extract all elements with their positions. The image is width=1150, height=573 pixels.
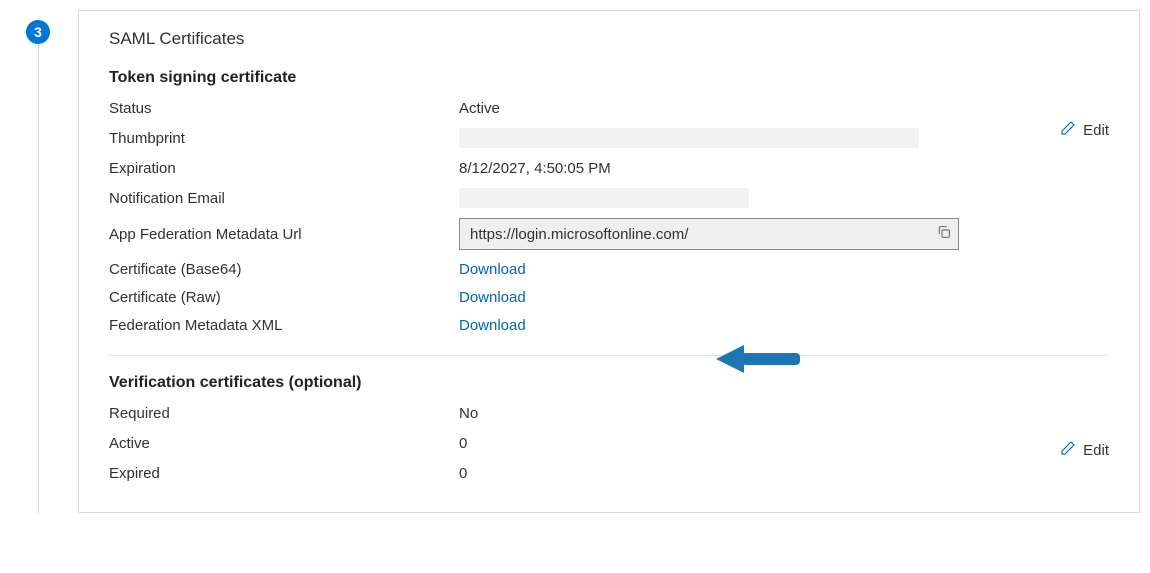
expired-label: Expired bbox=[109, 465, 459, 482]
notification-email-redacted bbox=[459, 188, 749, 208]
edit-label: Edit bbox=[1083, 122, 1109, 139]
row-cert-raw: Certificate (Raw) Download bbox=[109, 283, 1109, 311]
active-label: Active bbox=[109, 435, 459, 452]
metadata-url-field[interactable]: https://login.microsoftonline.com/ bbox=[459, 218, 959, 250]
status-label: Status bbox=[109, 100, 459, 117]
card-title: SAML Certificates bbox=[109, 29, 1109, 49]
row-federation-xml: Federation Metadata XML Download bbox=[109, 311, 1109, 339]
cert-base64-label: Certificate (Base64) bbox=[109, 261, 459, 278]
download-cert-raw-link[interactable]: Download bbox=[459, 289, 526, 306]
status-value: Active bbox=[459, 100, 1109, 117]
metadata-url-label: App Federation Metadata Url bbox=[109, 226, 459, 243]
download-federation-xml-link[interactable]: Download bbox=[459, 317, 526, 334]
step-number-badge: 3 bbox=[26, 20, 50, 44]
thumbprint-redacted bbox=[459, 128, 919, 148]
token-signing-heading: Token signing certificate bbox=[109, 69, 1109, 87]
expired-value: 0 bbox=[459, 465, 1109, 482]
row-metadata-url: App Federation Metadata Url https://logi… bbox=[109, 213, 1109, 255]
verification-heading: Verification certificates (optional) bbox=[109, 374, 1109, 392]
section-divider bbox=[109, 355, 1109, 356]
download-cert-base64-link[interactable]: Download bbox=[459, 261, 526, 278]
row-status: Status Active bbox=[109, 93, 1109, 123]
required-value: No bbox=[459, 405, 1109, 422]
row-cert-base64: Certificate (Base64) Download bbox=[109, 255, 1109, 283]
cert-raw-label: Certificate (Raw) bbox=[109, 289, 459, 306]
thumbprint-label: Thumbprint bbox=[109, 130, 459, 147]
edit-label: Edit bbox=[1083, 442, 1109, 459]
pencil-icon bbox=[1059, 119, 1077, 141]
metadata-url-text: https://login.microsoftonline.com/ bbox=[470, 226, 936, 243]
copy-icon bbox=[936, 224, 952, 244]
row-expired: Expired 0 bbox=[109, 458, 1109, 488]
required-label: Required bbox=[109, 405, 459, 422]
edit-token-signing-button[interactable]: Edit bbox=[1059, 119, 1109, 141]
step-vertical-line bbox=[38, 44, 39, 513]
expiration-label: Expiration bbox=[109, 160, 459, 177]
copy-url-button[interactable] bbox=[936, 224, 952, 244]
active-value: 0 bbox=[459, 435, 1109, 452]
expiration-value: 8/12/2027, 4:50:05 PM bbox=[459, 160, 1109, 177]
row-notification-email: Notification Email bbox=[109, 183, 1109, 213]
row-thumbprint: Thumbprint bbox=[109, 123, 1109, 153]
row-expiration: Expiration 8/12/2027, 4:50:05 PM bbox=[109, 153, 1109, 183]
row-active: Active 0 bbox=[109, 428, 1109, 458]
edit-verification-button[interactable]: Edit bbox=[1059, 439, 1109, 461]
saml-certificates-card: SAML Certificates Edit Token signing cer… bbox=[78, 10, 1140, 513]
notification-email-label: Notification Email bbox=[109, 190, 459, 207]
federation-xml-label: Federation Metadata XML bbox=[109, 317, 459, 334]
step-number: 3 bbox=[34, 24, 42, 40]
row-required: Required No bbox=[109, 398, 1109, 428]
pencil-icon bbox=[1059, 439, 1077, 461]
